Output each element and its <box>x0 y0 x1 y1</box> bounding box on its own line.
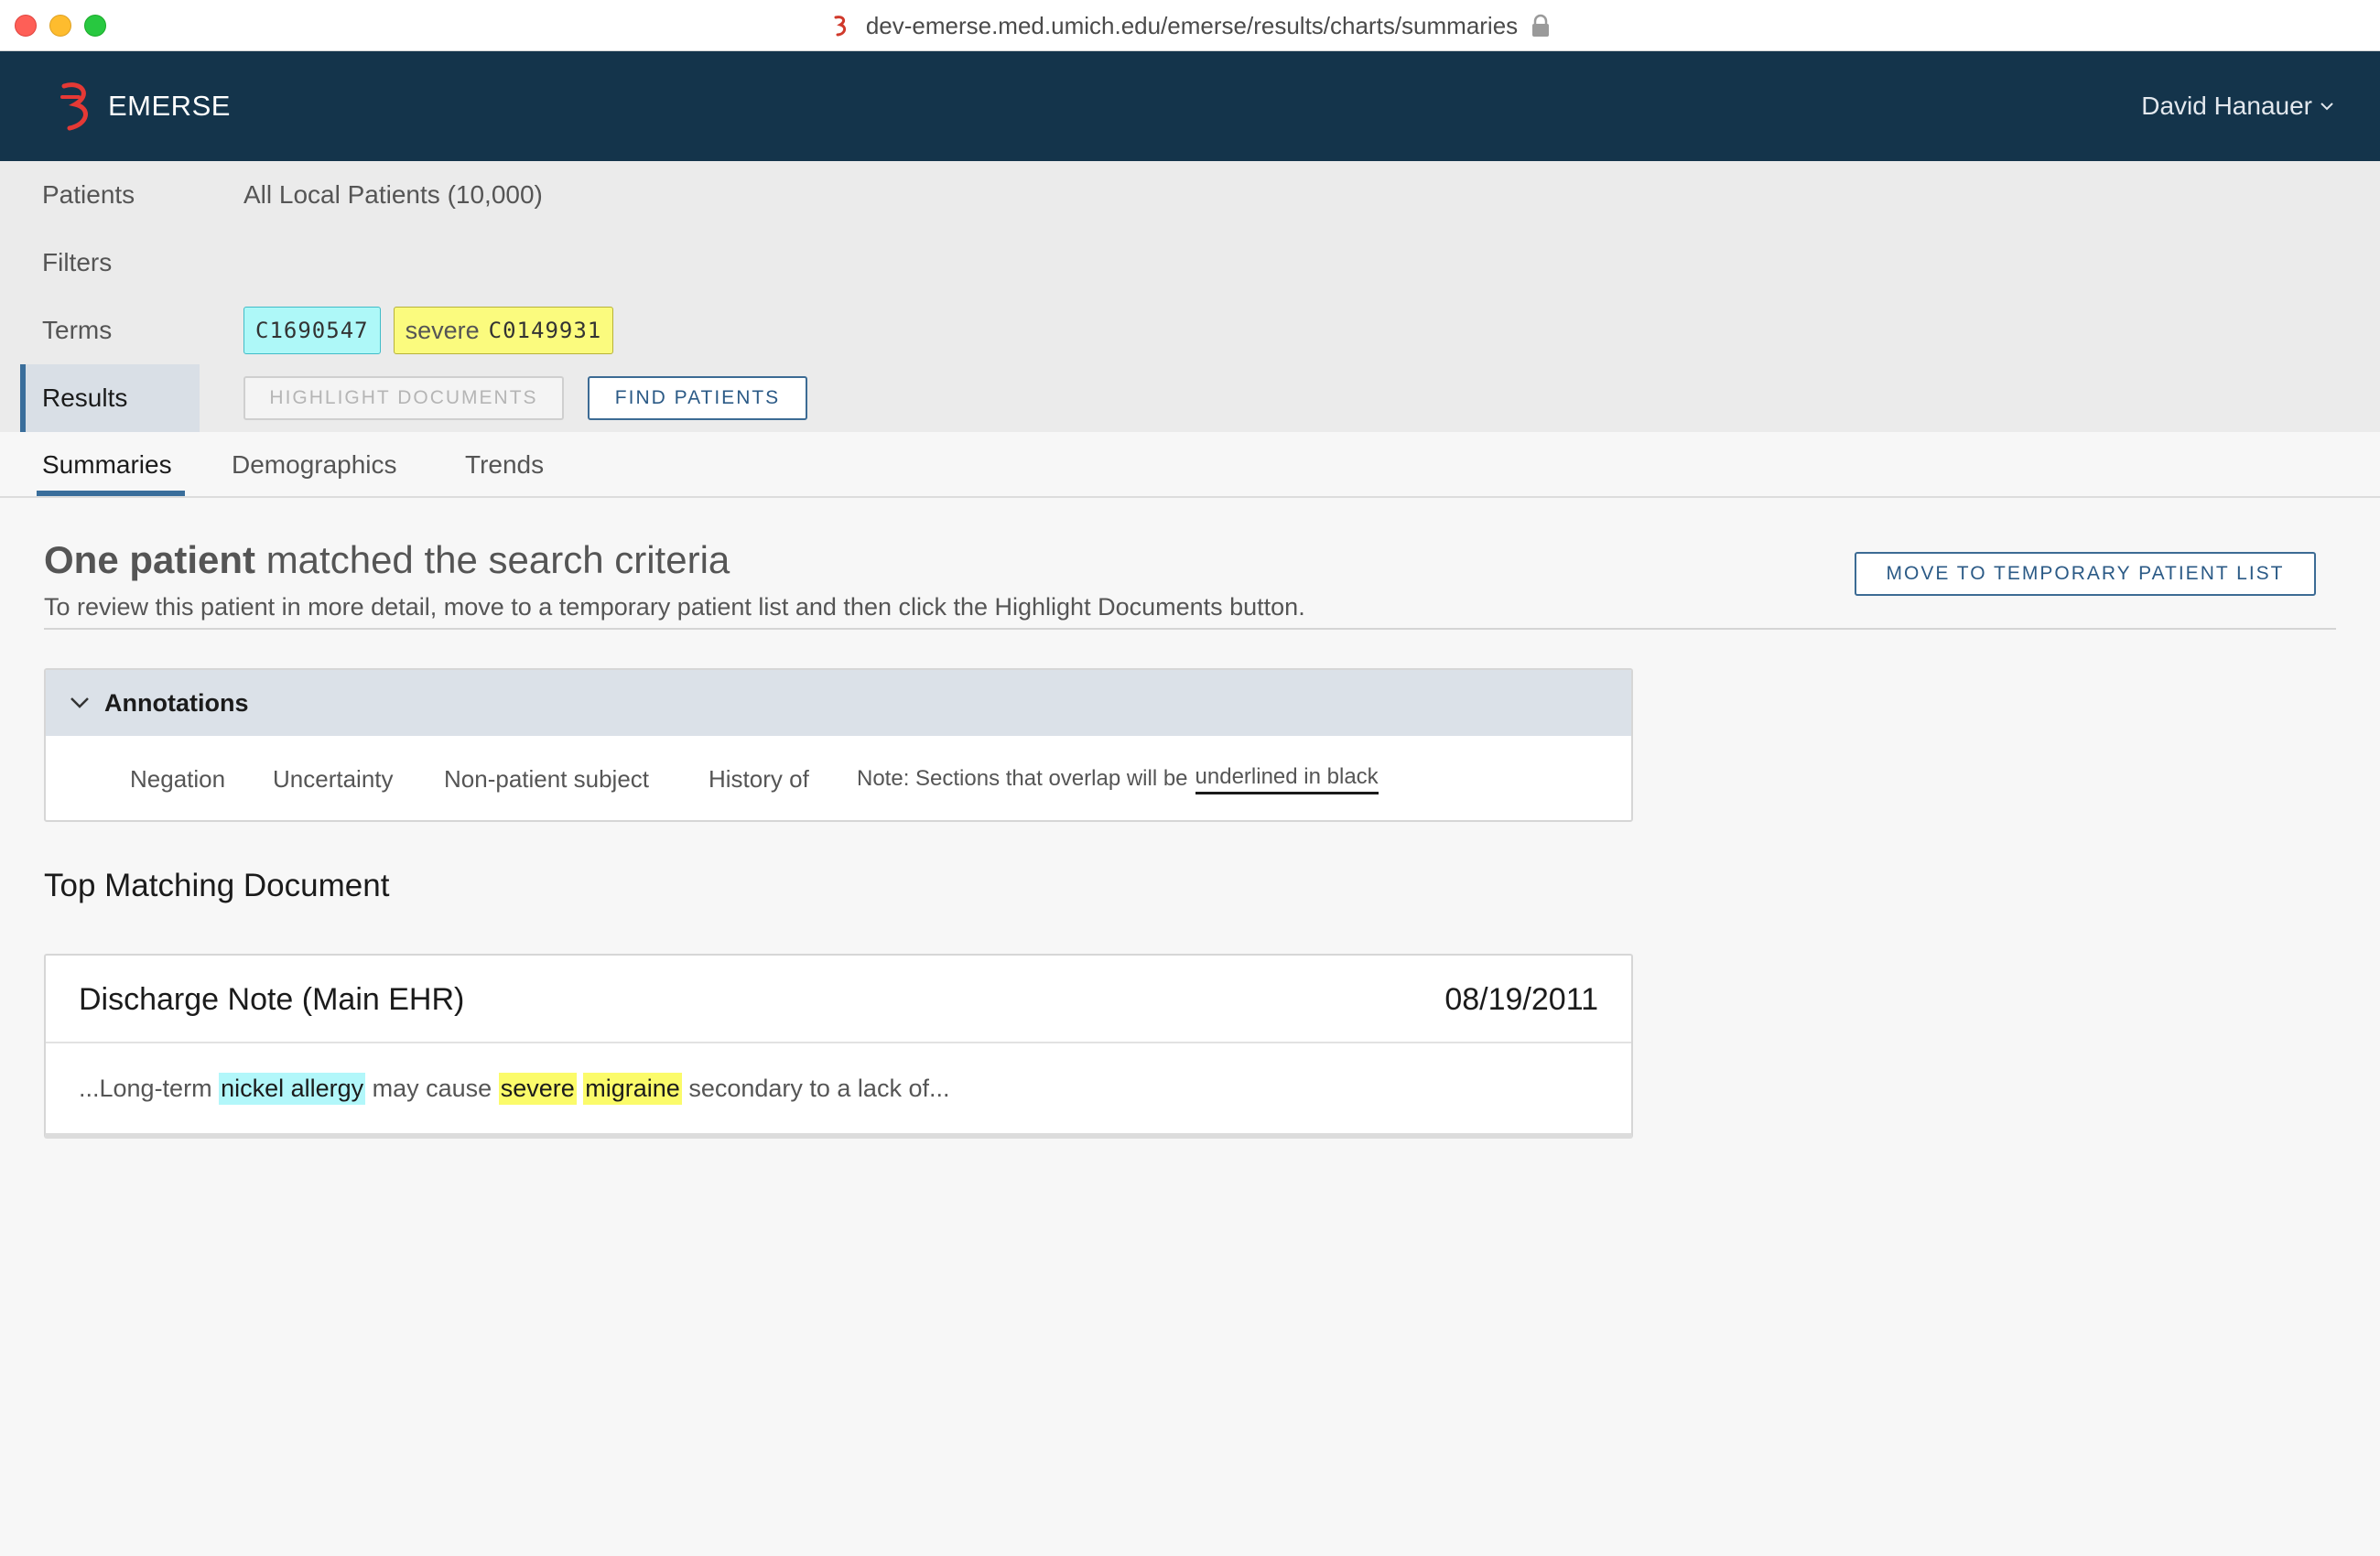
query-panel: Patients All Local Patients (10,000) Fil… <box>0 161 2380 432</box>
emerse-favicon-icon <box>834 16 846 37</box>
query-label-filters[interactable]: Filters <box>20 229 200 297</box>
document-date: 08/19/2011 <box>1444 981 1598 1017</box>
terms-list: C1690547 severe C0149931 <box>243 297 614 364</box>
term-code: C1690547 <box>255 318 369 343</box>
overlap-note: Note: Sections that overlap will be unde… <box>857 736 1379 820</box>
query-label-patients[interactable]: Patients <box>20 161 200 229</box>
user-menu[interactable]: David Hanauer <box>2141 92 2334 121</box>
term-code: C0149931 <box>488 318 602 343</box>
patients-value[interactable]: All Local Patients (10,000) <box>243 161 543 229</box>
query-row-patients: Patients All Local Patients (10,000) <box>0 161 2380 229</box>
query-row-filters: Filters <box>0 229 2380 297</box>
results-tabs: Summaries Demographics Trends <box>0 432 2380 498</box>
lock-icon <box>1532 14 1550 37</box>
chevron-down-icon <box>70 697 89 708</box>
document-snippet: ...Long-term nickel allergy may cause se… <box>46 1043 1631 1133</box>
headline-count: One patient <box>44 538 256 581</box>
annotations-title: Annotations <box>104 688 249 717</box>
find-patients-button[interactable]: FIND PATIENTS <box>588 376 807 420</box>
chevron-down-icon <box>2320 103 2333 111</box>
top-document-heading: Top Matching Document <box>44 868 390 903</box>
snippet-text: secondary to a lack of... <box>681 1074 950 1102</box>
url-text: dev-emerse.med.umich.edu/emerse/results/… <box>865 11 1519 39</box>
emerse-logo-icon <box>60 82 88 131</box>
snippet-text: ...Long-term <box>79 1074 220 1102</box>
term-chip[interactable]: severe C0149931 <box>393 307 614 354</box>
tab-trends[interactable]: Trends <box>465 432 544 498</box>
results-instructions: To review this patient in more detail, m… <box>44 593 1305 621</box>
browser-chrome: dev-emerse.med.umich.edu/emerse/results/… <box>0 0 2380 51</box>
highlight-documents-button: HIGHLIGHT DOCUMENTS <box>243 376 564 420</box>
annotation-history-of[interactable]: History of <box>709 736 809 820</box>
user-name: David Hanauer <box>2141 92 2312 120</box>
overlap-note-text: Note: Sections that overlap will be <box>857 766 1188 791</box>
snippet-text: may cause <box>365 1074 499 1102</box>
overlap-note-underlined: underlined in black <box>1195 764 1379 794</box>
section-divider <box>44 628 2336 630</box>
tab-demographics[interactable]: Demographics <box>232 432 397 498</box>
annotations-legend: Negation Uncertainty Non-patient subject… <box>46 736 1631 820</box>
move-to-temporary-list-button[interactable]: MOVE TO TEMPORARY PATIENT LIST <box>1855 552 2316 596</box>
headline-text: matched the search criteria <box>255 538 730 581</box>
annotation-non-patient-subject[interactable]: Non-patient subject <box>444 736 649 820</box>
annotations-panel: Annotations Negation Uncertainty Non-pat… <box>44 668 1633 822</box>
brand[interactable]: EMERSE <box>55 79 231 134</box>
query-label-results[interactable]: Results <box>20 364 200 432</box>
term-chip[interactable]: C1690547 <box>243 307 381 354</box>
top-document-card[interactable]: Discharge Note (Main EHR) 08/19/2011 ...… <box>44 954 1633 1139</box>
highlight-term: nickel allergy <box>219 1072 366 1105</box>
term-text: severe <box>405 316 480 344</box>
document-header: Discharge Note (Main EHR) 08/19/2011 <box>46 956 1631 1043</box>
address-bar[interactable]: dev-emerse.med.umich.edu/emerse/results/… <box>0 0 2380 51</box>
app-name: EMERSE <box>108 90 231 122</box>
highlight-term: migraine <box>583 1072 682 1105</box>
results-actions: HIGHLIGHT DOCUMENTS FIND PATIENTS <box>243 364 807 432</box>
query-label-terms[interactable]: Terms <box>20 297 200 364</box>
document-title[interactable]: Discharge Note (Main EHR) <box>79 956 464 1043</box>
highlight-term: severe <box>498 1072 577 1105</box>
query-row-terms: Terms C1690547 severe C0149931 <box>0 297 2380 364</box>
active-tab-indicator <box>37 491 185 496</box>
tab-summaries[interactable]: Summaries <box>42 432 172 498</box>
annotations-header[interactable]: Annotations <box>46 670 1631 736</box>
snippet-text <box>577 1075 584 1103</box>
query-row-results: Results HIGHLIGHT DOCUMENTS FIND PATIENT… <box>0 364 2380 432</box>
annotation-negation[interactable]: Negation <box>130 736 225 820</box>
annotation-uncertainty[interactable]: Uncertainty <box>273 736 394 820</box>
results-headline: One patient matched the search criteria <box>44 538 730 582</box>
app-header: EMERSE David Hanauer <box>0 51 2380 161</box>
